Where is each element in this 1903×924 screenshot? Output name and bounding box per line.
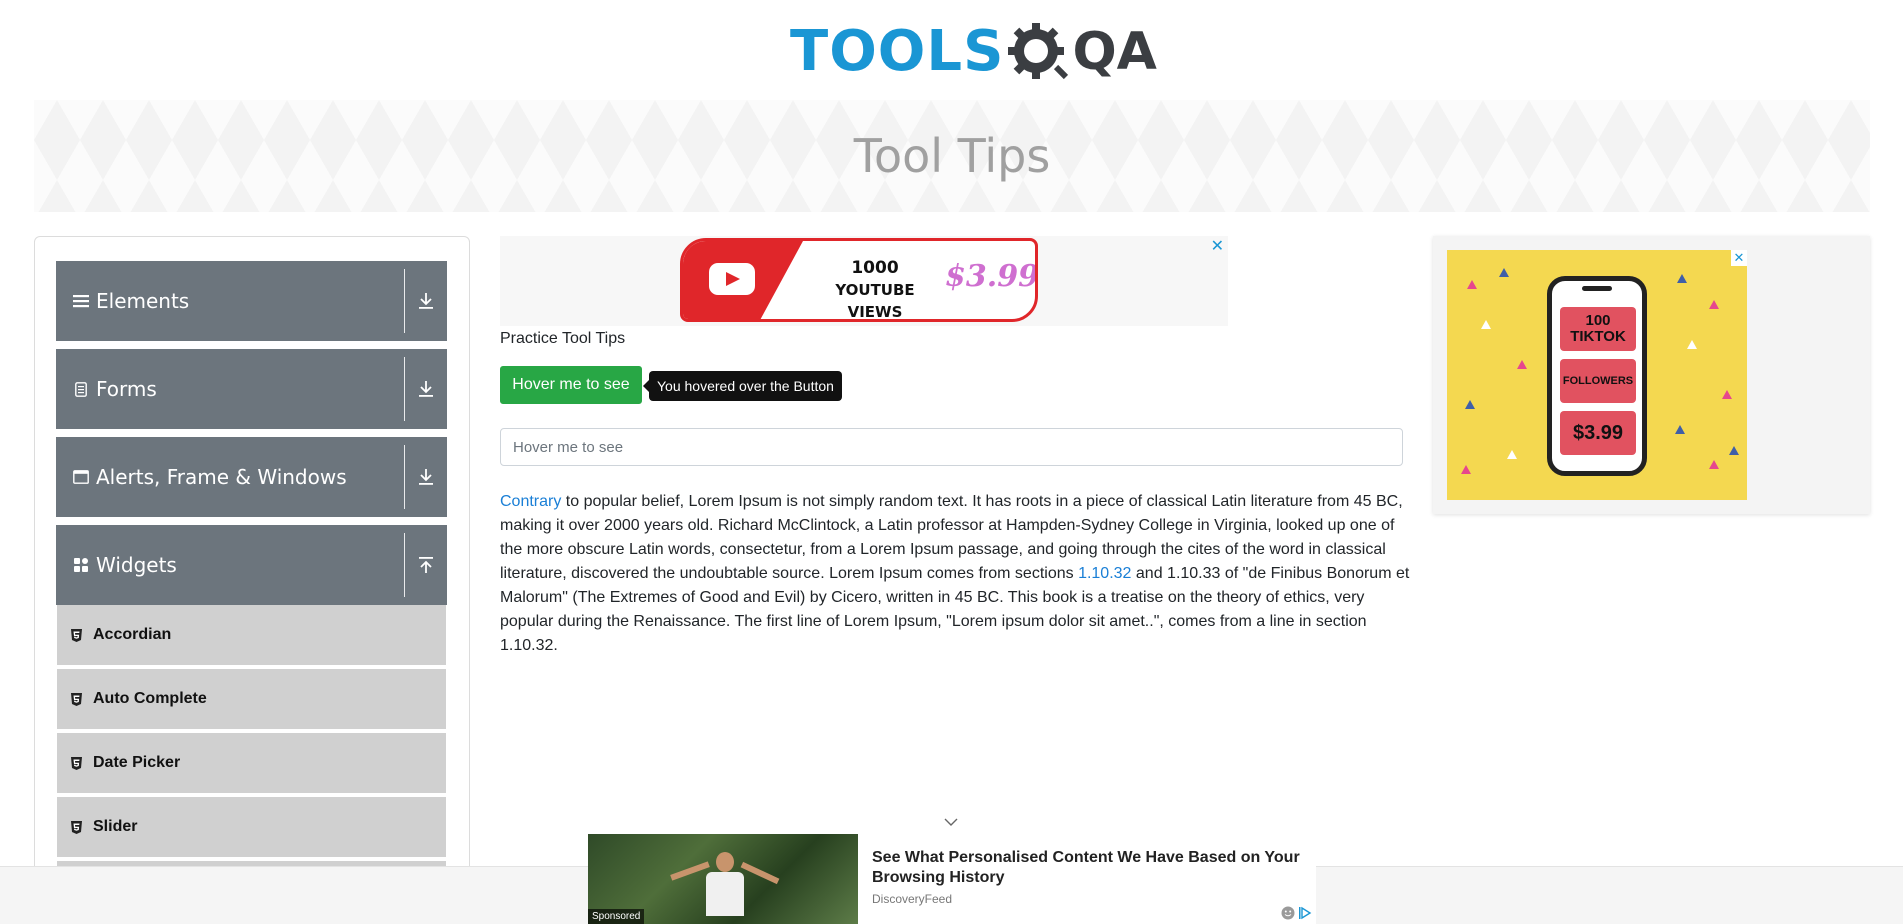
- ad-person-body: [706, 872, 744, 916]
- confetti-decoration: [1677, 274, 1687, 283]
- page-banner: Tool Tips: [34, 100, 1870, 212]
- logo-qa-text: QA: [1072, 22, 1157, 82]
- menu-icon: [72, 292, 90, 310]
- confetti-decoration: [1517, 360, 1527, 369]
- divider: [404, 269, 405, 333]
- ad-person-arm: [670, 861, 710, 881]
- confetti-decoration: [1687, 340, 1697, 349]
- hover-me-input[interactable]: [500, 428, 1403, 466]
- window-icon: [72, 468, 90, 486]
- ad-line-2: TIKTOK: [1570, 328, 1626, 345]
- sidebar-group-label: Forms: [96, 377, 157, 401]
- ad-close-icon[interactable]: ✕: [1731, 250, 1747, 266]
- ad-headline[interactable]: See What Personalised Content We Have Ba…: [872, 848, 1312, 888]
- confetti-decoration: [1499, 268, 1509, 277]
- confetti-decoration: [1481, 320, 1491, 329]
- phone-notch: [1582, 286, 1612, 291]
- sidebar-item-label: Accordian: [93, 626, 172, 643]
- ad-person-head: [716, 852, 734, 872]
- left-sidebar: Elements Forms Alerts, Frame & Windows W…: [34, 236, 470, 924]
- practice-title: Practice Tool Tips: [500, 330, 626, 347]
- ad-line-2: YOUTUBE VIEWS: [835, 281, 915, 321]
- sidebar-group-alerts-frame-windows[interactable]: Alerts, Frame & Windows: [56, 437, 447, 517]
- logo-qa: QA: [1006, 19, 1157, 85]
- sponsored-label: Sponsored: [588, 909, 645, 924]
- form-icon: [72, 380, 90, 398]
- top-advertisement[interactable]: ✕ 1000 YOUTUBE VIEWS $3.99: [500, 236, 1228, 326]
- divider: [404, 533, 405, 597]
- confetti-decoration: [1507, 450, 1517, 459]
- download-icon[interactable]: [405, 468, 447, 486]
- confetti-decoration: [1467, 280, 1477, 289]
- right-advertisement[interactable]: ✕ 100 TIKTOK FOLLOWERS $3.99: [1433, 236, 1870, 514]
- sidebar-item-date-picker[interactable]: Date Picker: [57, 733, 446, 795]
- ad-card-followers: FOLLOWERS: [1560, 359, 1636, 403]
- sidebar-group-forms[interactable]: Forms: [56, 349, 447, 429]
- confetti-decoration: [1709, 460, 1719, 469]
- sidebar-group-label: Elements: [96, 289, 190, 313]
- ad-price: $3.99: [945, 259, 1038, 294]
- ad-close-icon[interactable]: ✕: [1211, 236, 1224, 256]
- upload-icon[interactable]: [405, 556, 447, 574]
- phone-illustration: 100 TIKTOK FOLLOWERS $3.99: [1547, 276, 1647, 476]
- confetti-decoration: [1465, 400, 1475, 409]
- divider: [404, 445, 405, 509]
- smiley-icon: [1281, 906, 1295, 920]
- bottom-advertisement[interactable]: Sponsored See What Personalised Content …: [588, 834, 1316, 924]
- gear-icon: [1008, 23, 1069, 80]
- toolsqa-logo[interactable]: TOOLS QA: [790, 14, 1157, 90]
- sidebar-item-label: Slider: [93, 818, 138, 835]
- sidebar-item-label: Auto Complete: [93, 690, 207, 707]
- confetti-decoration: [1709, 300, 1719, 309]
- html5-icon: [71, 692, 85, 706]
- confetti-decoration: [1675, 425, 1685, 434]
- page-title: Tool Tips: [853, 129, 1051, 183]
- sidebar-group-widgets[interactable]: Widgets: [56, 525, 447, 605]
- ad-source[interactable]: DiscoveryFeed: [872, 892, 952, 906]
- section-link[interactable]: 1.10.32: [1078, 565, 1131, 582]
- adchoices-icon: [1299, 906, 1312, 920]
- html5-icon: [71, 628, 85, 642]
- confetti-decoration: [1722, 390, 1732, 399]
- sidebar-item-auto-complete[interactable]: Auto Complete: [57, 669, 446, 731]
- divider: [404, 357, 405, 421]
- download-icon[interactable]: [405, 380, 447, 398]
- sidebar-group-label: Widgets: [96, 553, 177, 577]
- contrary-link[interactable]: Contrary: [500, 493, 561, 510]
- ad-image[interactable]: Sponsored: [588, 834, 858, 924]
- html5-icon: [71, 820, 85, 834]
- logo-text: TOOLS: [790, 19, 1005, 84]
- sidebar-item-accordian[interactable]: Accordian: [57, 605, 446, 667]
- confetti-decoration: [1729, 446, 1739, 455]
- confetti-decoration: [1461, 465, 1471, 474]
- hover-me-button[interactable]: Hover me to see: [500, 366, 642, 404]
- sidebar-item-label: Date Picker: [93, 754, 181, 771]
- html5-icon: [71, 756, 85, 770]
- youtube-views-ad[interactable]: 1000 YOUTUBE VIEWS $3.99: [680, 238, 1038, 322]
- ad-card-price: $3.99: [1560, 411, 1636, 455]
- ad-text: 1000 YOUTUBE VIEWS: [815, 257, 935, 321]
- ad-line-1: 100: [1585, 312, 1611, 329]
- widgets-icon: [72, 556, 90, 574]
- lorem-paragraph: Contrary to popular belief, Lorem Ipsum …: [500, 490, 1410, 658]
- sidebar-group-label: Alerts, Frame & Windows: [96, 465, 347, 489]
- download-icon[interactable]: [405, 292, 447, 310]
- ad-line-1: 1000: [851, 258, 899, 278]
- youtube-play-icon: [709, 263, 755, 295]
- sidebar-group-elements[interactable]: Elements: [56, 261, 447, 341]
- ad-person-arm: [740, 861, 780, 885]
- sidebar-item-slider[interactable]: Slider: [57, 797, 446, 859]
- tooltip: You hovered over the Button: [643, 371, 842, 401]
- chevron-down-icon[interactable]: [943, 814, 959, 830]
- adchoices[interactable]: [1281, 906, 1312, 920]
- tiktok-followers-ad[interactable]: ✕ 100 TIKTOK FOLLOWERS $3.99: [1447, 250, 1747, 500]
- ad-card-tiktok: 100 TIKTOK: [1560, 307, 1636, 351]
